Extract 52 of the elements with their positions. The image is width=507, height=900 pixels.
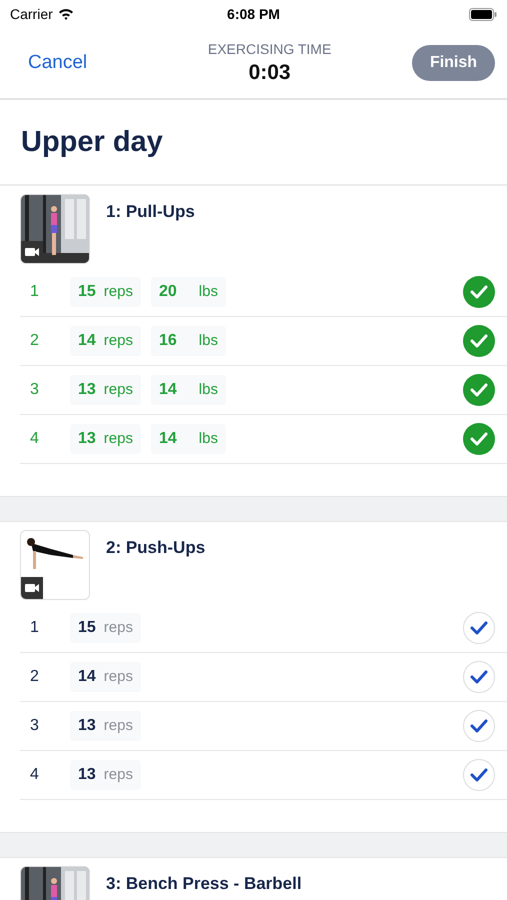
exercise-title: 2: Push-Ups: [106, 538, 206, 558]
check-icon: [470, 383, 488, 397]
wifi-icon: [58, 8, 74, 20]
timer-value: 0:03: [248, 61, 291, 85]
reps-field[interactable]: 13 reps: [70, 424, 141, 454]
set-number: 4: [29, 766, 40, 784]
check-icon: [470, 670, 488, 684]
check-button[interactable]: [463, 325, 495, 357]
cancel-button[interactable]: Cancel: [28, 52, 88, 74]
finish-button[interactable]: Finish: [412, 45, 495, 81]
set-number: 2: [29, 668, 40, 686]
set-number: 3: [29, 717, 40, 735]
check-button[interactable]: [463, 423, 495, 455]
reps-field[interactable]: 15 reps: [70, 277, 141, 307]
check-icon: [470, 334, 488, 348]
weight-field[interactable]: 14 lbs: [150, 375, 226, 405]
set-number: 1: [29, 619, 40, 637]
check-button[interactable]: [463, 276, 495, 308]
check-button[interactable]: [463, 710, 495, 742]
check-icon: [470, 719, 488, 733]
workout-title: Upper day: [21, 126, 163, 158]
battery-icon: [468, 8, 497, 20]
check-button[interactable]: [463, 661, 495, 693]
reps-field[interactable]: 13 reps: [70, 711, 141, 741]
check-button[interactable]: [463, 759, 495, 791]
weight-field[interactable]: 14 lbs: [150, 424, 226, 454]
set-number: 1: [29, 283, 40, 301]
weight-field[interactable]: 20 lbs: [150, 277, 226, 307]
carrier-label: Carrier: [10, 6, 53, 22]
set-number: 2: [29, 332, 40, 350]
reps-field[interactable]: 15 reps: [70, 613, 141, 643]
video-icon: [21, 577, 43, 599]
status-time: 6:08 PM: [227, 6, 280, 22]
timer-label: EXERCISING TIME: [208, 41, 332, 57]
video-icon: [21, 241, 43, 263]
check-icon: [470, 285, 488, 299]
reps-field[interactable]: 14 reps: [70, 662, 141, 692]
exercise-title: 1: Pull-Ups: [106, 202, 195, 222]
check-button[interactable]: [463, 374, 495, 406]
check-icon: [470, 621, 488, 635]
check-button[interactable]: [463, 612, 495, 644]
exercise-thumbnail[interactable]: [20, 530, 90, 600]
set-number: 3: [29, 381, 40, 399]
exercise-thumbnail[interactable]: [20, 194, 90, 264]
check-icon: [470, 432, 488, 446]
reps-field[interactable]: 13 reps: [70, 375, 141, 405]
reps-field[interactable]: 14 reps: [70, 326, 141, 356]
set-number: 4: [29, 430, 40, 448]
check-icon: [470, 768, 488, 782]
exercise-title: 3: Bench Press - Barbell: [106, 874, 302, 894]
reps-field[interactable]: 13 reps: [70, 760, 141, 790]
weight-field[interactable]: 16 lbs: [150, 326, 226, 356]
